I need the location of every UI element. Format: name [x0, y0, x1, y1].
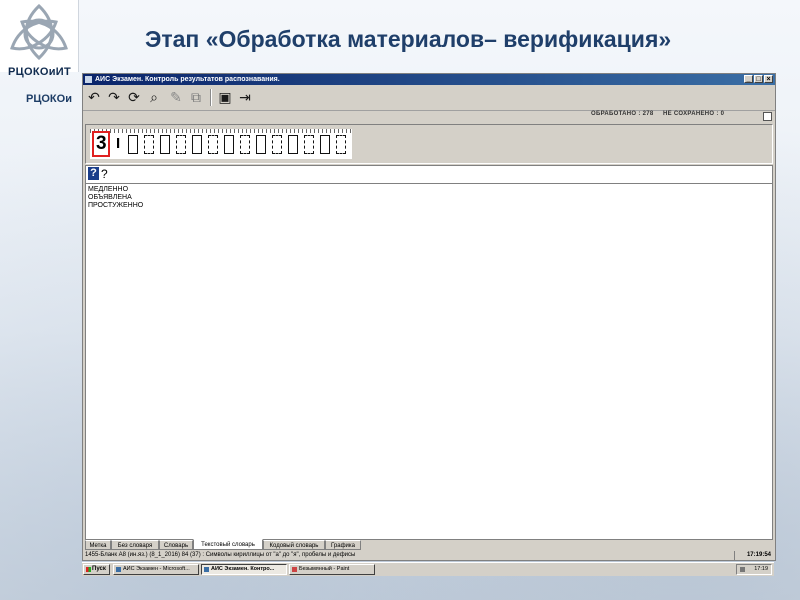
scan-cell: [272, 135, 282, 154]
not-saved-count: НЕ СОХРАНЕНО : 0: [663, 111, 725, 117]
toolbar-separator: [210, 89, 212, 106]
task-label: АИС Экзамен - Microsoft...: [123, 566, 190, 572]
edit-icon[interactable]: ✎: [167, 89, 185, 106]
stats-bar: ОБРАБОТАНО : 278 НЕ СОХРАНЕНО : 0: [83, 111, 775, 121]
tray-clock: 17:19: [754, 566, 768, 572]
maximize-button[interactable]: □: [754, 75, 763, 83]
redo-icon[interactable]: ↷: [105, 89, 123, 106]
task-label: Безымянный - Paint: [299, 566, 350, 572]
list-item[interactable]: ПРОСТУЖЕННО: [88, 202, 143, 209]
recognized-digit: 3: [96, 133, 107, 154]
taskbar: Пуск АИС Экзамен - Microsoft... АИС Экза…: [82, 562, 774, 576]
task-button[interactable]: Безымянный - Paint: [289, 564, 375, 575]
tab-code-dictionary[interactable]: Кодовый словарь: [263, 540, 325, 550]
slide-title: Этап «Обработка материалов– верификация»: [145, 26, 672, 52]
tab-mark[interactable]: Метка: [85, 540, 111, 550]
scan-cell: [160, 135, 170, 154]
panel-close-icon[interactable]: [763, 112, 772, 121]
status-text: 1455-Бланк А8 (ин.яз.) (8_1_2016) 84 (37…: [85, 552, 356, 558]
logo: [0, 0, 79, 72]
scan-cell: [208, 135, 218, 154]
window-title: АИС Экзамен. Контроль результатов распоз…: [95, 76, 280, 83]
logo-knot-icon: [10, 3, 68, 61]
question-icon: ?: [88, 167, 99, 180]
scan-cell: [176, 135, 186, 154]
logo-text-shadow: РЦОКОи: [26, 93, 72, 105]
scan-cell: [288, 135, 298, 154]
status-time: 17:19:54: [746, 552, 771, 558]
app-icon: [116, 567, 121, 572]
scan-cell: [224, 135, 234, 154]
task-button-active[interactable]: АИС Экзамен. Контро...: [201, 564, 287, 575]
scan-image-panel: 3 I: [85, 124, 773, 164]
start-label: Пуск: [92, 566, 106, 572]
recognized-glyph: I: [116, 135, 121, 152]
save-icon[interactable]: ▣: [216, 89, 234, 106]
task-button[interactable]: АИС Экзамен - Microsoft...: [113, 564, 199, 575]
scan-image: 3 I: [90, 129, 352, 159]
mode-tabs: Метка Без словаря Словарь Текстовый слов…: [85, 539, 771, 550]
tab-text-dictionary[interactable]: Текстовый словарь: [193, 539, 263, 550]
exit-icon[interactable]: ⇥: [236, 89, 254, 106]
logo-text: РЦОКОиИТ: [8, 66, 71, 78]
copy-icon[interactable]: ⧉: [187, 89, 205, 106]
undo-icon[interactable]: ↶: [85, 89, 103, 106]
window-titlebar[interactable]: АИС Экзамен. Контроль результатов распоз…: [83, 74, 775, 85]
recognition-value[interactable]: ?: [101, 167, 108, 181]
minimize-button[interactable]: _: [744, 75, 753, 83]
recognition-input[interactable]: ? ?: [85, 165, 773, 184]
dictionary-list[interactable]: МЕДЛЕННО ОБЪЯВЛЕНА ПРОСТУЖЕННО: [85, 183, 773, 540]
speaker-icon[interactable]: [740, 567, 745, 572]
list-item[interactable]: ОБЪЯВЛЕНА: [88, 194, 132, 201]
scan-cell: [336, 135, 346, 154]
task-label: АИС Экзамен. Контро...: [211, 566, 275, 572]
start-button[interactable]: Пуск: [83, 564, 110, 575]
scan-cell: [256, 135, 266, 154]
toolbar: ↶ ↷ ⟳ ⌕ ✎ ⧉ ▣ ⇥: [83, 86, 775, 111]
app-icon: [85, 76, 92, 83]
list-item[interactable]: МЕДЛЕННО: [88, 186, 128, 193]
status-bar: 1455-Бланк А8 (ин.яз.) (8_1_2016) 84 (37…: [82, 551, 776, 561]
scan-cell: [144, 135, 154, 154]
scan-ruler: [90, 129, 352, 133]
windows-flag-icon: [86, 567, 91, 572]
tab-no-dictionary[interactable]: Без словаря: [111, 540, 159, 550]
tab-graphics[interactable]: Графика: [325, 540, 361, 550]
scan-cell: [320, 135, 330, 154]
app-window: АИС Экзамен. Контроль результатов распоз…: [82, 73, 776, 552]
zoom-icon[interactable]: ⌕: [145, 89, 163, 106]
close-button[interactable]: ×: [764, 75, 773, 83]
status-separator: [734, 551, 735, 560]
processed-count: ОБРАБОТАНО : 278: [591, 111, 654, 117]
scan-cell: [192, 135, 202, 154]
paint-icon: [292, 567, 297, 572]
scan-cell: [304, 135, 314, 154]
system-tray: 17:19: [736, 564, 772, 575]
tab-dictionary[interactable]: Словарь: [159, 540, 193, 550]
app-icon: [204, 567, 209, 572]
refresh-icon[interactable]: ⟳: [125, 89, 143, 106]
scan-cell: [128, 135, 138, 154]
scan-cell: [240, 135, 250, 154]
